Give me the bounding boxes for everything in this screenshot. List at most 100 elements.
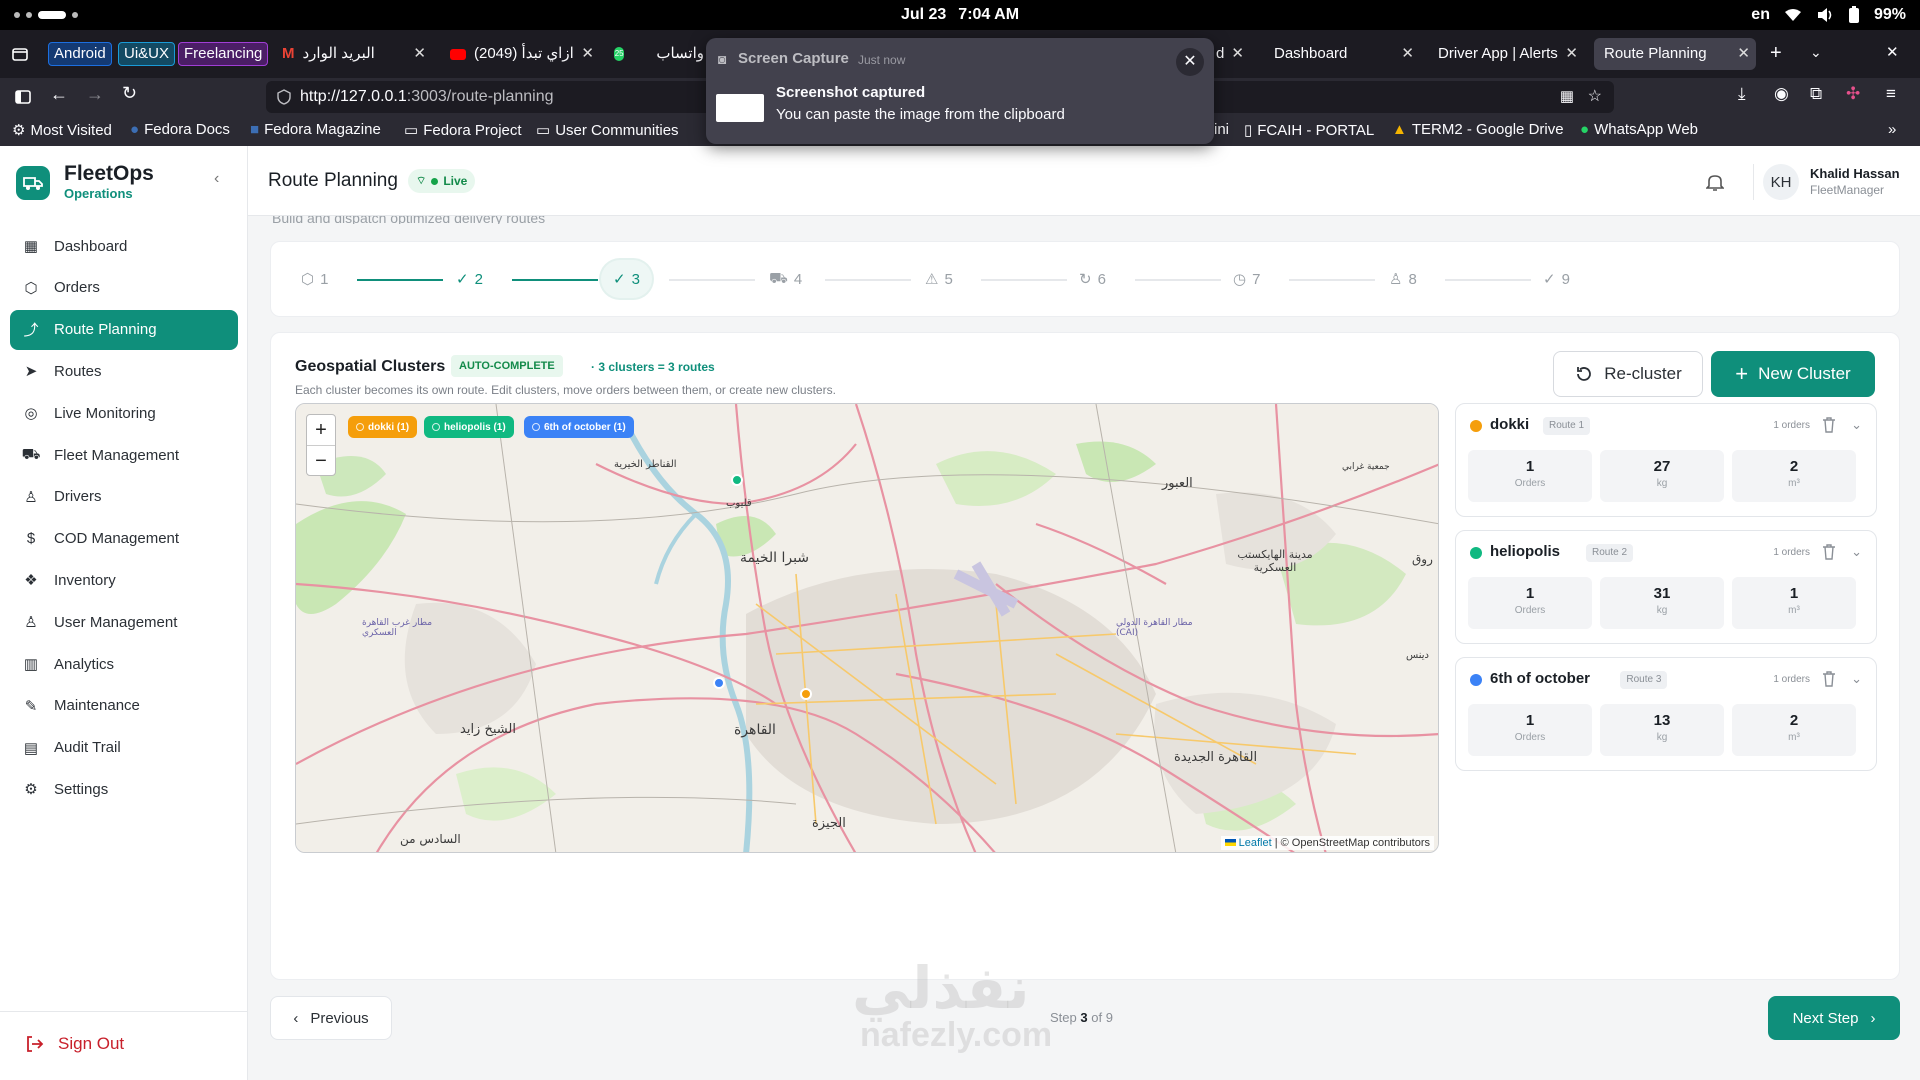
bookmark-ini[interactable]: ini: [1214, 121, 1229, 138]
close-tab-icon[interactable]: ✕: [1737, 38, 1750, 70]
recluster-button[interactable]: Re-cluster: [1553, 351, 1703, 397]
close-tab-icon[interactable]: ✕: [581, 38, 594, 70]
step-1[interactable]: ⬡ 1: [289, 260, 340, 298]
zoom-in-button[interactable]: +: [307, 415, 335, 445]
close-window-button[interactable]: ✕: [1886, 43, 1899, 61]
leaflet-link[interactable]: Leaflet: [1239, 837, 1272, 849]
sidebar-item-live-monitoring[interactable]: ◎ Live Monitoring: [10, 393, 238, 433]
forward-button[interactable]: →: [86, 84, 104, 105]
sign-out-button[interactable]: Sign Out: [24, 1034, 124, 1054]
step-3[interactable]: ✓ 3: [601, 260, 652, 298]
dokki-marker[interactable]: [800, 688, 812, 700]
reload-button[interactable]: ↻: [122, 83, 137, 104]
sidebar-item-dashboard[interactable]: ▦ Dashboard: [10, 226, 238, 266]
wifi-icon[interactable]: [1784, 8, 1802, 22]
step-2[interactable]: ✓ 2: [444, 260, 495, 298]
more-bookmarks-icon[interactable]: »: [1888, 121, 1896, 138]
sidebar-toggle-icon[interactable]: [14, 88, 32, 106]
bookmark-fedora-project[interactable]: ▭ Fedora Project: [404, 121, 522, 140]
trash-icon[interactable]: [1822, 544, 1836, 560]
step-5[interactable]: ⚠ 5: [913, 260, 965, 298]
trash-icon[interactable]: [1822, 671, 1836, 687]
addon-icon[interactable]: ✣: [1846, 84, 1860, 104]
close-tab-icon[interactable]: ✕: [1401, 38, 1414, 70]
cluster-chip-6th-of-october[interactable]: 6th of october (1): [524, 416, 634, 438]
bookmark-star-icon[interactable]: ☆: [1588, 86, 1602, 106]
extensions-icon[interactable]: ⧉: [1810, 84, 1822, 104]
cluster-card[interactable]: heliopolis Route 2 1 orders ⌄ 1 Orders 31 kg 1 m³: [1455, 530, 1877, 644]
heliopolis-marker[interactable]: [731, 474, 743, 486]
step-4[interactable]: ⛟ 4: [757, 260, 814, 298]
tab-gmail[interactable]: M البريد الوارد ✕: [272, 38, 432, 70]
volume-icon[interactable]: [1816, 7, 1834, 23]
tab-group-freelancing[interactable]: Freelancing: [178, 42, 269, 66]
bookmark-term2-drive[interactable]: ▲ TERM2 - Google Drive: [1392, 121, 1564, 138]
step-7[interactable]: ◷ 7: [1221, 260, 1272, 298]
bookmark-whatsapp-web[interactable]: ● WhatsApp Web: [1580, 121, 1698, 138]
bookmark-user-communities[interactable]: ▭ User Communities: [536, 121, 679, 140]
6th-of-october-marker[interactable]: [713, 677, 725, 689]
cluster-card[interactable]: 6th of october Route 3 1 orders ⌄ 1 Orders 13 k…: [1455, 657, 1877, 771]
chevron-down-icon[interactable]: ⌄: [1851, 671, 1862, 687]
tab-route-planning[interactable]: Route Planning ✕: [1594, 38, 1756, 70]
new-cluster-button[interactable]: + New Cluster: [1711, 351, 1875, 397]
firefox-view-icon[interactable]: [10, 44, 30, 64]
account-icon[interactable]: ◉: [1774, 84, 1789, 104]
clock[interactable]: Jul 23 7:04 AM: [0, 6, 1920, 24]
new-tab-button[interactable]: +: [1770, 42, 1782, 65]
sidebar-item-route-planning[interactable]: ⤴ Route Planning: [10, 309, 238, 350]
zoom-out-button[interactable]: −: [307, 446, 335, 476]
trash-icon[interactable]: [1822, 417, 1836, 433]
language-indicator[interactable]: en: [1751, 6, 1770, 24]
close-tab-icon[interactable]: ✕: [413, 38, 426, 70]
sidebar-item-audit-trail[interactable]: ▤ Audit Trail: [10, 728, 238, 768]
list-tabs-button[interactable]: ⌄: [1810, 44, 1822, 61]
previous-button[interactable]: ‹ Previous: [270, 996, 392, 1040]
tab-youtube[interactable]: (2049) ازاي تبدأ ✕: [440, 38, 600, 70]
sidebar-item-orders[interactable]: ⬡ Orders: [10, 268, 238, 308]
battery-icon[interactable]: [1848, 6, 1860, 24]
avatar[interactable]: KH: [1763, 164, 1799, 200]
next-step-button[interactable]: Next Step ›: [1768, 996, 1900, 1040]
screenshot-notification[interactable]: ◙ Screen Capture Just now ✕ Screenshot c…: [706, 38, 1214, 144]
step-9[interactable]: ✓ 9: [1531, 260, 1582, 298]
bookmark-most-visited[interactable]: ⚙ Most Visited: [12, 121, 112, 140]
qr-icon[interactable]: ▦: [1560, 87, 1574, 105]
tab-whatsapp[interactable]: 25 واتساب: [604, 38, 714, 70]
sidebar-item-drivers[interactable]: ♙ Drivers: [10, 477, 238, 517]
bookmark-fedora-magazine[interactable]: ■ Fedora Magazine: [250, 121, 381, 138]
map-tiles[interactable]: [296, 404, 1439, 853]
chevron-down-icon[interactable]: ⌄: [1851, 544, 1862, 560]
sidebar-item-fleet-management[interactable]: ⛟ Fleet Management: [10, 435, 238, 475]
downloads-icon[interactable]: ⤓: [1738, 84, 1746, 104]
sidebar-item-cod-management[interactable]: $ COD Management: [10, 519, 238, 559]
tab-group-uiux[interactable]: Ui&UX: [118, 42, 176, 66]
close-notification-button[interactable]: ✕: [1176, 48, 1204, 76]
sidebar-item-settings[interactable]: ⚙ Settings: [10, 769, 238, 809]
cluster-chip-heliopolis[interactable]: heliopolis (1): [424, 416, 514, 438]
sidebar-item-maintenance[interactable]: ✎ Maintenance: [10, 686, 238, 726]
page-icon: ▯: [1244, 122, 1253, 139]
collapse-sidebar-button[interactable]: ‹: [214, 170, 219, 188]
bookmark-fcaih-portal[interactable]: ▯ FCAIH - PORTAL: [1244, 121, 1374, 140]
menu-icon[interactable]: ≡: [1886, 84, 1896, 104]
step-6[interactable]: ↻ 6: [1067, 260, 1118, 298]
bookmark-fedora-docs[interactable]: ● Fedora Docs: [130, 121, 230, 138]
close-tab-icon[interactable]: ✕: [1231, 38, 1244, 70]
cluster-card[interactable]: dokki Route 1 1 orders ⌄ 1 Orders 27 kg 2 m³: [1455, 403, 1877, 517]
tab-group-android[interactable]: Android: [48, 42, 112, 66]
close-tab-icon[interactable]: ✕: [1565, 38, 1578, 70]
sidebar-item-analytics[interactable]: ▥ Analytics: [10, 644, 238, 684]
step-8[interactable]: ♙ 8: [1377, 260, 1429, 298]
cluster-chip-dokki[interactable]: dokki (1): [348, 416, 418, 438]
site-info-icon[interactable]: [276, 89, 292, 105]
back-button[interactable]: ←: [50, 84, 68, 105]
chevron-down-icon[interactable]: ⌄: [1851, 417, 1862, 433]
sidebar-item-user-management[interactable]: ♙ User Management: [10, 602, 238, 642]
sidebar-item-routes[interactable]: ➤ Routes: [10, 351, 238, 391]
bell-icon[interactable]: [1706, 172, 1724, 192]
cluster-map[interactable]: القناطر الخيرية شبرا الخيمة العبور مدينة…: [295, 403, 1439, 853]
tab-driver-app[interactable]: Driver App | Alerts ✕: [1428, 38, 1584, 70]
sidebar-item-inventory[interactable]: ❖ Inventory: [10, 560, 238, 600]
tab-dashboard[interactable]: Dashboard ✕: [1264, 38, 1420, 70]
